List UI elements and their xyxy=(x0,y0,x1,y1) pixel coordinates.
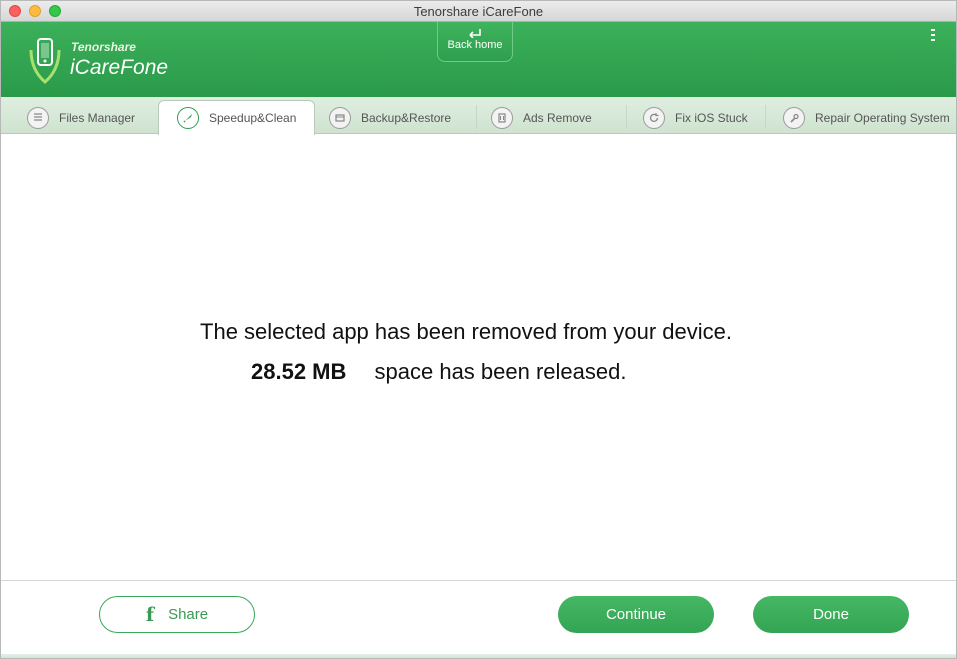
done-button[interactable]: Done xyxy=(753,596,909,633)
main-tab-bar: Files Manager Speedup&Clean Backup&Resto… xyxy=(1,97,956,135)
share-label: Share xyxy=(168,606,209,623)
tab-ads-remove[interactable]: Ads Remove xyxy=(491,101,592,134)
app-header: Tenorshare iCareFone Back home xyxy=(1,22,956,97)
ads-icon xyxy=(491,106,513,129)
menu-icon[interactable] xyxy=(930,29,936,41)
brand-product: iCareFone xyxy=(70,56,169,79)
tab-backup-restore[interactable]: Backup&Restore xyxy=(329,101,451,134)
released-size: 28.52 MB xyxy=(251,359,347,384)
wrench-icon xyxy=(783,106,805,129)
tab-divider xyxy=(476,105,477,129)
facebook-icon: f xyxy=(145,603,155,626)
tab-fix-ios-stuck[interactable]: Fix iOS Stuck xyxy=(643,101,748,134)
tab-label: Fix iOS Stuck xyxy=(675,110,748,125)
brand-company: Tenorshare xyxy=(71,40,136,54)
back-home-button[interactable]: Back home xyxy=(437,22,513,62)
files-icon xyxy=(27,106,49,129)
window-title: Tenorshare iCareFone xyxy=(413,4,544,19)
space-released-message: 28.52 MB space has been released. xyxy=(251,359,626,385)
share-button[interactable]: f Share xyxy=(99,596,255,633)
tab-label: Speedup&Clean xyxy=(209,111,297,125)
back-arrow-icon xyxy=(469,29,481,38)
tab-divider xyxy=(765,105,766,129)
tab-label: Backup&Restore xyxy=(361,110,452,125)
refresh-icon xyxy=(643,106,665,129)
result-panel: The selected app has been removed from y… xyxy=(1,135,956,580)
tab-divider xyxy=(626,105,627,129)
tab-speedup-clean[interactable]: Speedup&Clean xyxy=(158,100,316,135)
back-home-label: Back home xyxy=(447,39,503,51)
removal-message: The selected app has been removed from y… xyxy=(200,319,732,344)
phone-logo-icon xyxy=(29,38,61,84)
tab-label: Files Manager xyxy=(59,110,136,125)
continue-button[interactable]: Continue xyxy=(558,596,714,633)
title-bar: Tenorshare iCareFone xyxy=(1,1,956,22)
action-footer: f Share Continue Done xyxy=(1,580,956,658)
app-window: Tenorshare iCareFone Tenorshare iCareFon… xyxy=(0,0,957,659)
rocket-icon xyxy=(177,107,199,129)
tab-files-manager[interactable]: Files Manager xyxy=(27,101,135,134)
tab-label: Repair Operating System xyxy=(815,110,950,125)
released-suffix: space has been released. xyxy=(374,359,627,384)
tab-repair-operating-system[interactable]: Repair Operating System xyxy=(783,101,950,134)
backup-icon xyxy=(329,106,351,129)
tab-label: Ads Remove xyxy=(523,110,592,125)
status-strip xyxy=(1,654,956,658)
